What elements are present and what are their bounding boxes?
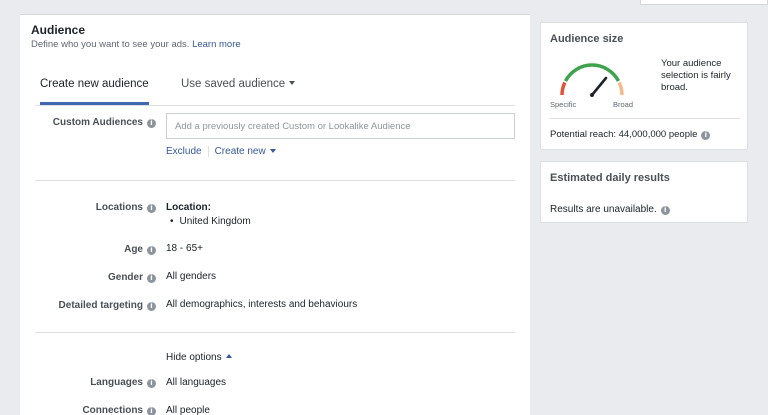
tab-saved-label: Use saved audience (181, 78, 286, 90)
gender-label: Gender i (108, 272, 156, 283)
gauge-broad-segment (617, 81, 624, 96)
estimated-results-text: Results are unavailable. i (550, 204, 670, 215)
audience-size-gauge: Specific Broad (550, 63, 633, 109)
section-subtitle: Define who you want to see your ads. Lea… (31, 39, 241, 50)
section-title: Audience (31, 23, 86, 37)
age-label: Age i (124, 244, 156, 255)
tabs-divider (35, 105, 515, 106)
audience-tabs: Create new audience Use saved audience (40, 78, 515, 105)
gauge-needle (590, 76, 608, 97)
languages-label: Languages i (90, 377, 156, 388)
connections-value[interactable]: All people (166, 405, 210, 415)
info-icon[interactable]: i (147, 407, 156, 415)
locations-list[interactable]: Location: United Kingdom (166, 202, 251, 227)
gender-value[interactable]: All genders (166, 271, 216, 282)
detailed-targeting-label: Detailed targeting i (59, 300, 156, 311)
tab-create-label: Create new audience (40, 78, 149, 90)
audience-size-card: Audience size Specific Broad Your audien… (540, 22, 748, 150)
potential-reach-text: Potential reach: 44,000,000 people (550, 129, 698, 140)
custom-audiences-label-text: Custom Audiences (52, 117, 143, 128)
locations-label-text: Locations (95, 202, 143, 213)
potential-reach: Potential reach: 44,000,000 people i (550, 129, 711, 140)
section-divider (35, 332, 515, 333)
info-icon[interactable]: i (147, 274, 156, 283)
chevron-down-icon (269, 148, 276, 153)
section-divider (35, 180, 515, 181)
location-item: United Kingdom (166, 216, 251, 227)
info-icon[interactable]: i (701, 131, 711, 140)
audience-size-description: Your audience selection is fairly broad. (661, 58, 731, 93)
gauge-specific-label: Specific (550, 100, 577, 109)
gauge-specific-segment (560, 81, 567, 96)
hide-options-link[interactable]: Hide options (166, 352, 232, 363)
exclude-link[interactable]: Exclude (166, 146, 202, 157)
connections-label: Connections i (82, 405, 156, 415)
card-divider (550, 118, 740, 119)
estimated-results-title: Estimated daily results (550, 172, 670, 184)
tab-create-new-audience[interactable]: Create new audience (40, 78, 149, 105)
gauge-pivot (590, 93, 594, 97)
top-right-box (640, 0, 768, 5)
info-icon[interactable]: i (147, 204, 156, 213)
info-icon[interactable]: i (147, 119, 156, 128)
tab-use-saved-audience[interactable]: Use saved audience (181, 78, 296, 105)
info-icon[interactable]: i (660, 206, 670, 215)
learn-more-link[interactable]: Learn more (192, 39, 241, 50)
custom-audience-input[interactable] (166, 113, 515, 139)
info-icon[interactable]: i (147, 302, 156, 311)
create-new-label: Create new (214, 146, 266, 158)
gender-label-text: Gender (107, 272, 143, 283)
hide-options-label: Hide options (166, 352, 222, 363)
info-icon[interactable]: i (147, 246, 156, 255)
detailed-targeting-value[interactable]: All demographics, interests and behaviou… (166, 299, 357, 310)
languages-value[interactable]: All languages (166, 377, 226, 388)
connections-label-text: Connections (82, 405, 143, 415)
languages-label-text: Languages (90, 377, 143, 388)
gauge-broad-label: Broad (613, 100, 633, 109)
subtitle-text: Define who you want to see your ads. (31, 39, 190, 50)
audience-panel: Audience Define who you want to see your… (20, 14, 530, 415)
chevron-up-icon (225, 354, 232, 359)
chevron-down-icon (289, 80, 296, 85)
info-icon[interactable]: i (147, 379, 156, 388)
location-heading: Location: (166, 202, 211, 213)
estimated-results-card: Estimated daily results Results are unav… (540, 161, 748, 223)
results-unavailable-text: Results are unavailable. (550, 204, 657, 215)
detailed-targeting-label-text: Detailed targeting (58, 300, 143, 311)
locations-label: Locations i (96, 202, 156, 213)
audience-size-title: Audience size (550, 33, 624, 45)
age-label-text: Age (124, 244, 143, 255)
create-new-dropdown[interactable]: Create new (215, 146, 276, 157)
gauge-mid-segment (563, 63, 621, 82)
age-value[interactable]: 18 - 65+ (166, 243, 203, 254)
custom-audiences-label: Custom Audiences i (53, 117, 156, 128)
custom-audience-actions: Exclude Create new (166, 146, 276, 157)
action-separator (207, 146, 209, 157)
